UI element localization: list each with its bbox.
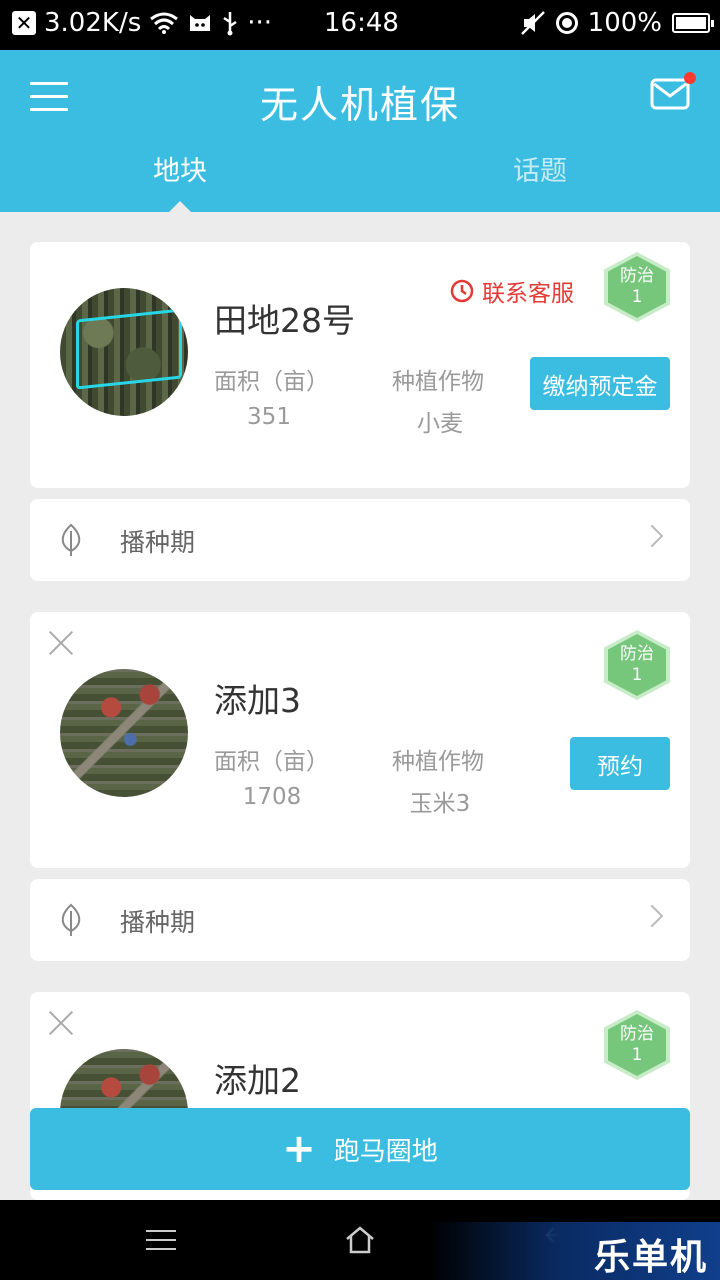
crop-label: 种植作物 [392, 369, 484, 395]
location-icon [555, 12, 578, 34]
cat-app-icon [190, 15, 211, 31]
reserve-button[interactable]: 预约 [570, 737, 670, 790]
status-right: 100% [520, 8, 714, 38]
badge-label: 防治 [620, 644, 654, 664]
clock: 16:48 [324, 8, 399, 38]
area-value: 351 [247, 404, 291, 430]
crop-value: 玉米3 [409, 791, 471, 817]
battery-percent: 100% [587, 8, 662, 38]
wifi-icon [150, 12, 179, 34]
net-speed: 3.02K/s [44, 8, 142, 38]
field-card[interactable]: 添加3 防治 1 面积（亩） 1708 种植作物 玉米3 预约 [30, 612, 690, 868]
chevron-right-icon [640, 524, 664, 548]
field-name: 添加3 [214, 681, 301, 720]
badge-label: 防治 [620, 1024, 654, 1044]
crop-value: 小麦 [417, 411, 463, 437]
badge-count: 1 [631, 287, 643, 307]
clock-icon [450, 279, 474, 303]
claim-land-button[interactable]: + 跑马圈地 [30, 1108, 690, 1190]
chevron-right-icon [640, 904, 664, 928]
field-satellite-image [60, 669, 188, 797]
close-icon[interactable] [48, 1010, 74, 1036]
status-left: ✕ 3.02K/s ··· [12, 8, 272, 38]
area-label: 面积（亩） [214, 749, 329, 775]
tab-bar: 地块 话题 [0, 150, 720, 212]
app-header: 无人机植保 地块 话题 [0, 50, 720, 212]
growth-stage-row[interactable]: 播种期 [30, 499, 690, 581]
tab-fields-label: 地块 [153, 156, 207, 187]
growth-stage-row[interactable]: 播种期 [30, 879, 690, 961]
growth-stage-label: 播种期 [120, 908, 196, 937]
contact-support-link[interactable]: 联系客服 [450, 274, 574, 308]
growth-stage-label: 播种期 [120, 528, 196, 557]
badge-count: 1 [631, 665, 643, 685]
badge-label: 防治 [620, 266, 654, 286]
field-name: 添加2 [214, 1061, 301, 1100]
treatment-badge: 防治 1 [604, 252, 670, 322]
crop-label: 种植作物 [392, 749, 484, 775]
pay-deposit-button[interactable]: 缴纳预定金 [530, 357, 670, 410]
treatment-badge: 防治 1 [604, 1010, 670, 1080]
field-name: 田地28号 [214, 301, 355, 340]
watermark-logo: 乐单机 [593, 1237, 708, 1278]
plus-icon: + [282, 1126, 316, 1172]
leaf-icon [61, 903, 81, 936]
area-label: 面积（亩） [214, 369, 329, 395]
contact-support-label: 联系客服 [482, 281, 574, 307]
badge-count: 1 [631, 1045, 643, 1065]
unread-dot [684, 72, 696, 84]
treatment-badge: 防治 1 [604, 630, 670, 700]
page-title: 无人机植保 [259, 83, 460, 127]
status-bar: ✕ 3.02K/s ··· 16:48 100% [0, 0, 720, 50]
claim-land-label: 跑马圈地 [333, 1136, 438, 1167]
active-tab-indicator [169, 201, 191, 212]
area-value: 1708 [242, 784, 302, 810]
notification-close-icon: ✕ [12, 11, 36, 35]
tab-topics-label: 话题 [513, 156, 567, 187]
home-icon[interactable] [344, 1224, 376, 1256]
recent-apps-icon[interactable] [146, 1230, 176, 1252]
field-card[interactable]: 田地28号 联系客服 防治 1 面积（亩） 351 种植作物 小麦 缴纳预定金 [30, 242, 690, 488]
battery-icon [672, 13, 714, 33]
mail-icon[interactable] [650, 72, 696, 110]
tab-topics[interactable]: 话题 [360, 150, 720, 212]
tab-fields[interactable]: 地块 [0, 150, 360, 212]
usb-icon [223, 12, 237, 36]
close-icon[interactable] [48, 630, 74, 656]
mute-icon [520, 11, 545, 35]
leaf-icon [61, 523, 81, 556]
field-satellite-image [60, 288, 188, 416]
status-dots: ··· [247, 8, 273, 38]
